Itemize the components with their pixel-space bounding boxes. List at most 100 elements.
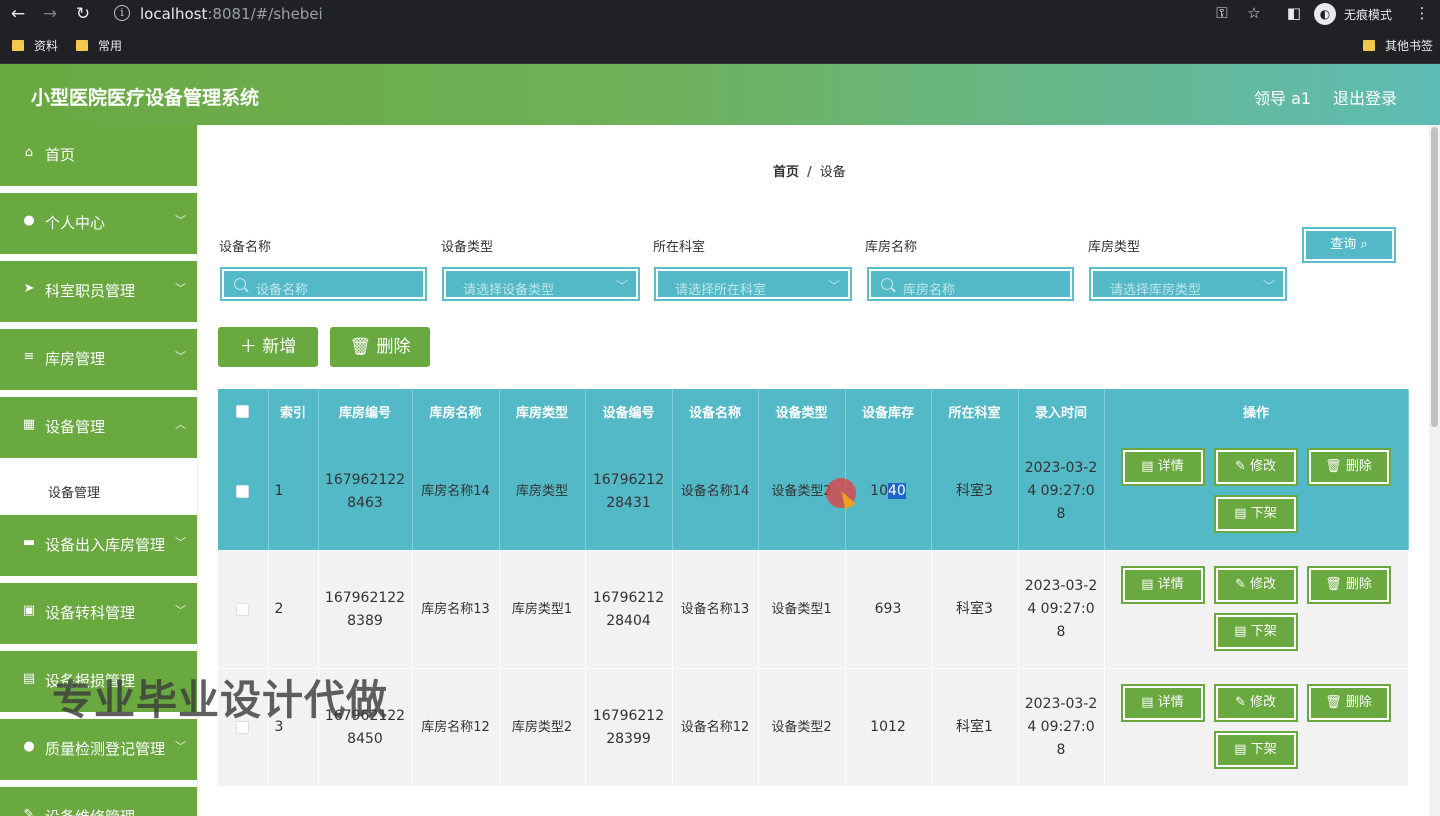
doc-icon: ▤ <box>1141 577 1154 592</box>
column-header[interactable]: 设备库存 <box>845 389 932 433</box>
sidebar-item-warehouse[interactable]: ≡ 库房管理 ﹀ <box>0 329 197 390</box>
incognito-label: 无痕模式 <box>1344 7 1393 22</box>
department-cell: 科室1 <box>931 668 1019 787</box>
detail-label: 详情 <box>1157 695 1184 710</box>
department-cell: 科室3 <box>931 433 1019 551</box>
sidebar-item-home[interactable]: ⌂ 首页 <box>0 125 197 186</box>
warehouse-name-cell: 库房名称14 <box>412 433 500 551</box>
box-icon: ▬ <box>22 535 36 550</box>
warehouse-type-select[interactable]: 请选择库房类型 ﹀ <box>1089 267 1287 301</box>
delete-button[interactable]: 🗑 删除 <box>1306 684 1391 722</box>
current-user: 领导 a1 <box>1254 89 1312 108</box>
bookmark-other[interactable]: 其他书签 <box>1363 37 1433 54</box>
device-type-placeholder: 请选择设备类型 <box>463 283 555 298</box>
back-icon[interactable]: ← <box>7 3 29 25</box>
warehouse-name-label: 库房名称 <box>865 240 918 255</box>
breadcrumb-separator: / <box>807 165 812 180</box>
sidebar-item-transfer[interactable]: ▣ 设备转科管理 ﹀ <box>0 583 197 644</box>
bookmark-ziliao[interactable]: 资料 <box>12 37 58 54</box>
detail-label: 详情 <box>1157 577 1184 592</box>
query-button[interactable]: 查询 ⌕ <box>1302 227 1396 263</box>
device-type-select[interactable]: 请选择设备类型 ﹀ <box>442 267 640 301</box>
sidebar-item-label: 质量检测登记管理 <box>45 740 166 758</box>
select-all-cell[interactable] <box>218 389 269 433</box>
sidepanel-icon[interactable]: ◧ <box>1284 4 1304 22</box>
app-header: 小型医院医疗设备管理系统 领导 a1 退出登录 <box>0 64 1440 125</box>
offshelf-button[interactable]: ▤ 下架 <box>1213 613 1298 651</box>
detail-button[interactable]: ▤ 详情 <box>1120 566 1205 604</box>
select-all-checkbox[interactable] <box>236 404 250 418</box>
column-header[interactable]: 库房名称 <box>412 389 500 433</box>
edit-button[interactable]: ✎ 修改 <box>1213 684 1298 722</box>
warehouse-type-placeholder: 请选择库房类型 <box>1110 283 1202 298</box>
edit-button[interactable]: ✎ 修改 <box>1213 566 1298 604</box>
sidebar-item-label: 设备管理 <box>45 418 106 436</box>
sidebar-item-staff[interactable]: ➤ 科室职员管理 ﹀ <box>0 261 197 322</box>
address-bar[interactable]: i localhost:8081/#/shebei <box>104 1 1284 27</box>
detail-button[interactable]: ▤ 详情 <box>1120 684 1205 722</box>
delete-button[interactable]: 🗑 删除 <box>1306 566 1391 604</box>
department-placeholder: 请选择所在科室 <box>675 283 767 298</box>
department-select[interactable]: 请选择所在科室 ﹀ <box>654 267 852 301</box>
table-row[interactable]: 2 1679621228389 库房名称13 库房类型1 16796212284… <box>218 550 1409 669</box>
scrollbar-thumb[interactable] <box>1431 127 1438 427</box>
star-icon[interactable]: ☆ <box>1244 4 1264 22</box>
grid-icon: ▦ <box>22 417 36 432</box>
breadcrumb-current: 设备 <box>819 165 846 180</box>
reload-icon[interactable]: ↻ <box>72 3 94 25</box>
delete-label: 删除 <box>376 337 411 357</box>
table-header-row: 索引 库房编号 库房名称 库房类型 设备编号 设备名称 设备类型 设备库存 所在… <box>218 389 1409 433</box>
table-row[interactable]: 3 1679621228450 库房名称12 库房类型2 16796212283… <box>218 668 1409 787</box>
device-name-input[interactable]: 设备名称 <box>220 267 427 301</box>
device-type-cell: 设备类型2 <box>758 668 846 787</box>
plus-icon: ＋ <box>239 337 257 357</box>
table-row[interactable]: 1 1679621228463 库房名称14 库房类型 167962122843… <box>218 433 1409 551</box>
device-name-placeholder: 设备名称 <box>256 283 309 298</box>
column-header[interactable]: 录入时间 <box>1018 389 1105 433</box>
row-select-cell[interactable] <box>218 550 269 669</box>
column-header[interactable]: 索引 <box>268 389 319 433</box>
forward-icon[interactable]: → <box>39 3 61 25</box>
sidebar-subitem-device[interactable]: 设备管理 <box>0 465 197 515</box>
column-header[interactable]: 所在科室 <box>931 389 1019 433</box>
edit-button[interactable]: ✎ 修改 <box>1213 448 1298 486</box>
row-checkbox[interactable] <box>236 484 250 498</box>
info-icon[interactable]: i <box>114 5 130 21</box>
column-header[interactable]: 设备名称 <box>672 389 759 433</box>
sidebar-item-personal-center[interactable]: ● 个人中心 ﹀ <box>0 193 197 254</box>
column-header[interactable]: 库房类型 <box>499 389 586 433</box>
bookmark-changyong[interactable]: 常用 <box>76 37 122 54</box>
sidebar-item-inout[interactable]: ▬ 设备出入库房管理 ﹀ <box>0 515 197 576</box>
sidebar-item-device[interactable]: ▦ 设备管理 ︿ <box>0 397 197 458</box>
index-cell: 1 <box>268 433 319 551</box>
key-icon[interactable]: ⚿ <box>1212 4 1232 22</box>
column-header[interactable]: 设备类型 <box>758 389 846 433</box>
menu-dots-icon[interactable]: ⋮ <box>1412 4 1432 22</box>
sidebar-item-quality[interactable]: ● 质量检测登记管理 ﹀ <box>0 719 197 780</box>
offshelf-button[interactable]: ▤ 下架 <box>1213 731 1298 769</box>
add-button[interactable]: ＋ 新增 <box>218 327 318 367</box>
delete-button[interactable]: 🗑 删除 <box>1306 448 1391 486</box>
column-header[interactable]: 库房编号 <box>318 389 413 433</box>
batch-delete-button[interactable]: 🗑 删除 <box>330 327 430 367</box>
logout-link[interactable]: 退出登录 <box>1333 85 1397 109</box>
warehouse-name-cell: 库房名称13 <box>412 550 500 669</box>
warehouse-name-input[interactable]: 库房名称 <box>867 267 1074 301</box>
offshelf-button[interactable]: ▤ 下架 <box>1213 495 1298 533</box>
detail-button[interactable]: ▤ 详情 <box>1120 448 1205 486</box>
warehouse-type-label: 库房类型 <box>1088 240 1141 255</box>
sidebar-item-repair[interactable]: ✎ 设备维修管理 <box>0 787 197 816</box>
offshelf-label: 下架 <box>1250 624 1277 639</box>
operations-cell: ▤ 详情 ✎ 修改 🗑 删除 ▤ 下架 <box>1104 550 1409 669</box>
row-checkbox[interactable] <box>236 602 250 616</box>
warehouse-name-placeholder: 库房名称 <box>903 283 956 298</box>
breadcrumb-home[interactable]: 首页 <box>773 165 799 180</box>
page-scrollbar[interactable] <box>1429 125 1440 816</box>
device-name-cell: 设备名称12 <box>672 668 759 787</box>
column-header[interactable]: 设备编号 <box>585 389 673 433</box>
doc-icon: ▤ <box>1234 742 1247 757</box>
warehouse-name-cell: 库房名称12 <box>412 668 500 787</box>
doc-icon: ▤ <box>22 671 36 686</box>
incognito-indicator[interactable]: ◐ 无痕模式 <box>1314 3 1392 25</box>
row-select-cell[interactable] <box>218 433 269 551</box>
